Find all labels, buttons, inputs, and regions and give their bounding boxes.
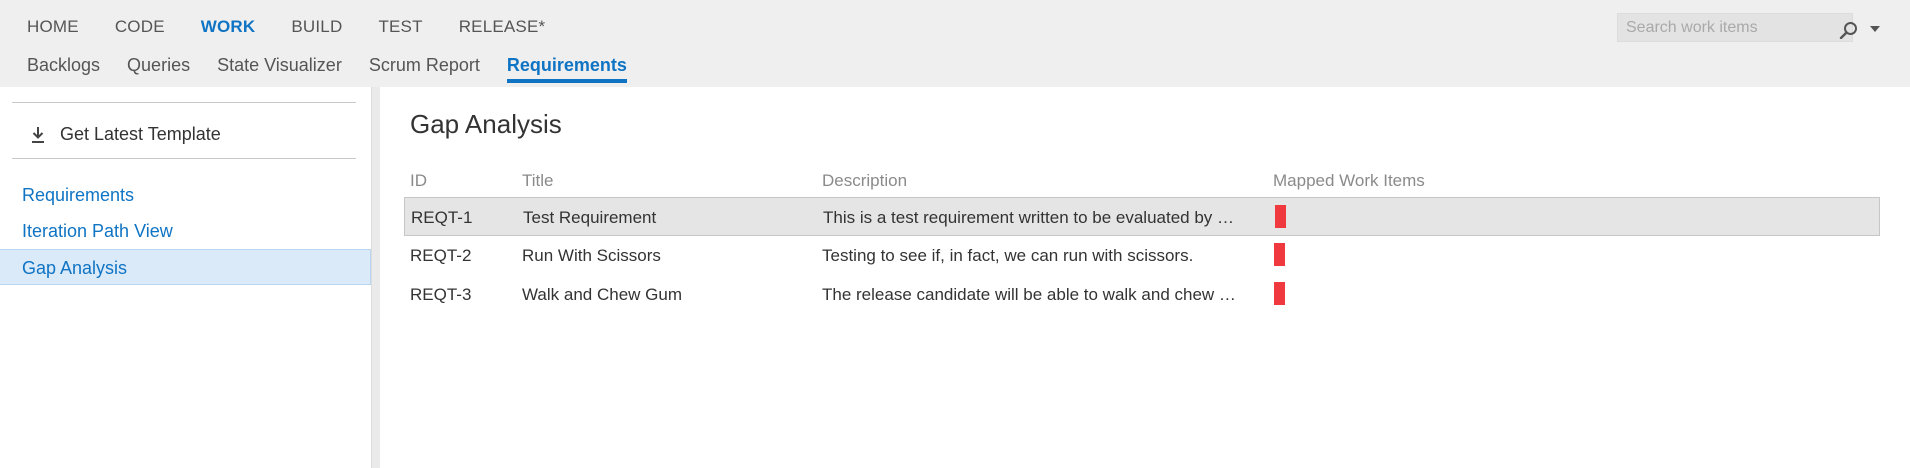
cell-id: REQT-3 <box>410 285 472 304</box>
hub-test[interactable]: TEST <box>378 17 422 37</box>
cell-id: REQT-1 <box>411 208 473 227</box>
hub-home[interactable]: HOME <box>27 17 79 37</box>
cell-description: The release candidate will be able to wa… <box>822 285 1236 304</box>
tab-state-visualizer[interactable]: State Visualizer <box>217 55 342 83</box>
hub-work[interactable]: WORK <box>201 17 256 37</box>
tab-backlogs[interactable]: Backlogs <box>27 55 100 83</box>
requirements-nav: Requirements Iteration Path View Gap Ana… <box>0 177 371 285</box>
panel-splitter[interactable] <box>371 87 380 468</box>
cell-title: Run With Scissors <box>522 246 661 265</box>
left-panel: Get Latest Template Requirements Iterati… <box>0 87 371 468</box>
search-icon[interactable] <box>1839 21 1859 39</box>
chevron-down-icon[interactable] <box>1870 26 1880 32</box>
divider <box>12 102 356 103</box>
get-latest-template-button[interactable]: Get Latest Template <box>30 124 221 145</box>
download-icon <box>32 126 44 143</box>
hub-build[interactable]: BUILD <box>291 17 342 37</box>
grid-header: ID Title Description Mapped Work Items <box>404 167 1880 197</box>
table-row[interactable]: REQT-1 Test Requirement This is a test r… <box>404 197 1880 236</box>
tab-scrum-report[interactable]: Scrum Report <box>369 55 480 83</box>
table-row[interactable]: REQT-3 Walk and Chew Gum The release can… <box>404 275 1880 314</box>
divider <box>12 158 356 159</box>
hub-release[interactable]: RELEASE* <box>459 17 546 37</box>
tab-queries[interactable]: Queries <box>127 55 190 83</box>
search-input[interactable] <box>1626 17 1806 39</box>
cell-title: Walk and Chew Gum <box>522 285 682 304</box>
column-header-title[interactable]: Title <box>522 171 554 191</box>
work-tabs: Backlogs Queries State Visualizer Scrum … <box>27 55 654 83</box>
table-row[interactable]: REQT-2 Run With Scissors Testing to see … <box>404 236 1880 275</box>
column-header-mapped-work-items[interactable]: Mapped Work Items <box>1273 171 1425 191</box>
hub-code[interactable]: CODE <box>115 17 165 37</box>
cell-id: REQT-2 <box>410 246 472 265</box>
column-header-id[interactable]: ID <box>410 171 427 191</box>
page-title: Gap Analysis <box>410 109 562 139</box>
nav-item-requirements[interactable]: Requirements <box>0 177 371 213</box>
tab-requirements[interactable]: Requirements <box>506 55 627 83</box>
nav-item-iteration-path-view[interactable]: Iteration Path View <box>0 213 371 249</box>
mapped-status-indicator <box>1274 243 1285 266</box>
get-latest-template-label: Get Latest Template <box>60 124 221 144</box>
search-box <box>1617 13 1880 42</box>
cell-title: Test Requirement <box>523 208 657 227</box>
hub-navigation: HOME CODE WORK BUILD TEST RELEASE* <box>27 17 581 37</box>
cell-description: This is a test requirement written to be… <box>823 208 1235 227</box>
nav-item-gap-analysis[interactable]: Gap Analysis <box>0 249 371 285</box>
top-header: HOME CODE WORK BUILD TEST RELEASE* Backl… <box>0 0 1910 87</box>
column-header-description[interactable]: Description <box>822 171 907 191</box>
cell-description: Testing to see if, in fact, we can run w… <box>822 246 1194 265</box>
gap-analysis-grid: ID Title Description Mapped Work Items R… <box>404 167 1880 314</box>
mapped-status-indicator <box>1274 282 1285 305</box>
mapped-status-indicator <box>1275 205 1286 228</box>
main-content: Gap Analysis ID Title Description Mapped… <box>380 87 1910 468</box>
